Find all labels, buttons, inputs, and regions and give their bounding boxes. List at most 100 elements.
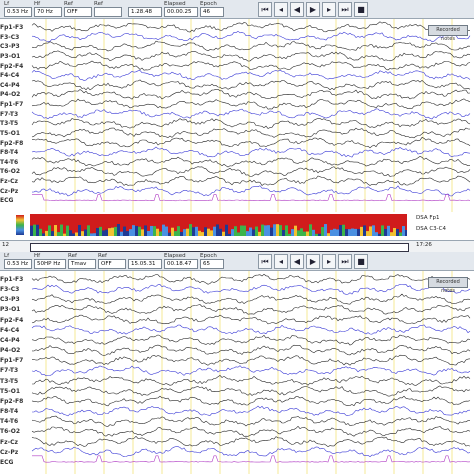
channel-label[interactable]: Fp2-F8 xyxy=(0,140,30,147)
spectral-band xyxy=(318,233,321,236)
spectral-band xyxy=(177,226,180,236)
channel-label[interactable]: F3-C3 xyxy=(0,34,30,41)
channel-label[interactable]: Fp2-F8 xyxy=(0,398,30,405)
stop-icon[interactable]: ■ xyxy=(354,254,368,269)
channel-label[interactable]: Cz-Pz xyxy=(0,188,30,195)
channel-label[interactable]: P3-O1 xyxy=(0,53,30,60)
spectrogram-strip: DSA Fp1 DSA C3-C4 xyxy=(0,212,474,240)
fast-forward-icon[interactable]: ⏭ xyxy=(338,254,352,269)
recorded-notes-button[interactable]: Recorded notes xyxy=(428,277,468,294)
channel-label[interactable]: T5-O1 xyxy=(0,388,30,395)
spectral-band xyxy=(363,225,366,236)
high-filter-select[interactable]: 70 Hz xyxy=(34,7,62,17)
channel-label[interactable]: Fp2-F4 xyxy=(0,63,30,70)
eeg-trace xyxy=(31,118,471,129)
reference-select[interactable]: OFF xyxy=(64,7,92,17)
channel-label[interactable]: T4-T6 xyxy=(0,418,30,425)
play-back-icon[interactable]: ◀ xyxy=(290,254,304,269)
forward-icon[interactable]: ▸ xyxy=(322,254,336,269)
channel-label[interactable]: F7-T3 xyxy=(0,367,30,374)
channel-label[interactable]: T6-O2 xyxy=(0,168,30,175)
spectral-band xyxy=(39,228,42,236)
channel-label[interactable]: T6-O2 xyxy=(0,428,30,435)
eeg-trace xyxy=(31,50,471,62)
spectral-band xyxy=(276,224,279,236)
spectral-band xyxy=(144,225,147,236)
channel-label[interactable]: C3-P3 xyxy=(0,43,30,50)
eeg-trace xyxy=(32,455,471,463)
spectral-band xyxy=(306,231,309,236)
spectral-band xyxy=(117,224,120,236)
montage-select[interactable]: Tmav xyxy=(68,259,96,269)
spectral-band xyxy=(270,227,273,236)
channel-label[interactable]: T5-O1 xyxy=(0,130,30,137)
notch-select[interactable] xyxy=(94,7,122,17)
eeg-trace xyxy=(31,89,471,100)
eeg-trace xyxy=(31,375,471,386)
spectral-band xyxy=(171,227,174,236)
rewind-icon[interactable]: ⏮ xyxy=(258,2,272,17)
channel-label[interactable]: F8-T4 xyxy=(0,408,30,415)
eeg-trace xyxy=(31,435,471,448)
recorded-notes-button[interactable]: Recorded notes xyxy=(428,25,468,42)
play-icon[interactable]: ▶ xyxy=(306,254,320,269)
spectral-band xyxy=(390,232,393,236)
spectral-band xyxy=(312,229,315,236)
channel-label[interactable]: T3-T5 xyxy=(0,120,30,127)
channel-label[interactable]: T3-T5 xyxy=(0,378,30,385)
channel-label[interactable]: Fp1-F3 xyxy=(0,276,30,283)
forward-icon[interactable]: ▸ xyxy=(322,2,336,17)
channel-label[interactable]: Fp2-F4 xyxy=(0,317,30,324)
channel-label[interactable]: P4-O2 xyxy=(0,347,30,354)
channel-label[interactable]: C4-P4 xyxy=(0,337,30,344)
eeg-trace xyxy=(31,314,471,325)
timeline-track[interactable] xyxy=(30,243,409,252)
channel-label[interactable]: F4-C4 xyxy=(0,327,30,334)
channel-label[interactable]: F3-C3 xyxy=(0,286,30,293)
spectral-band xyxy=(264,225,267,236)
spectral-band xyxy=(150,225,153,236)
channel-label[interactable]: C3-P3 xyxy=(0,296,30,303)
channel-label[interactable]: ECG xyxy=(0,197,30,204)
channel-label[interactable]: ECG xyxy=(0,459,30,466)
spectral-band xyxy=(240,225,243,236)
high-filter-select[interactable]: 50HP Hz xyxy=(34,259,66,269)
channel-label[interactable]: Cz-Pz xyxy=(0,449,30,456)
channel-label[interactable]: Fp1-F7 xyxy=(0,101,30,108)
spectral-band xyxy=(327,233,330,236)
back-icon[interactable]: ◂ xyxy=(274,2,288,17)
spectral-band xyxy=(153,226,156,236)
eeg-trace xyxy=(31,127,471,139)
channel-label[interactable]: F7-T3 xyxy=(0,111,30,118)
channel-label[interactable]: Fp1-F3 xyxy=(0,24,30,31)
play-icon[interactable]: ▶ xyxy=(306,2,320,17)
channel-label[interactable]: F4-C4 xyxy=(0,72,30,79)
back-icon[interactable]: ◂ xyxy=(274,254,288,269)
channel-label[interactable]: Fz-Cz xyxy=(0,439,30,446)
eeg-trace-area-top: Fp1-F3 F3-C3 C3-P3 P3-O1 Fp2-F4 F4-C4 C4-P4 P4-… xyxy=(0,19,474,212)
spectral-band xyxy=(288,233,291,236)
play-back-icon[interactable]: ◀ xyxy=(290,2,304,17)
channel-label[interactable]: Fp1-F7 xyxy=(0,357,30,364)
spectral-band xyxy=(294,225,297,236)
channel-label[interactable]: Fz-Cz xyxy=(0,178,30,185)
spectral-band xyxy=(345,229,348,236)
channel-label[interactable]: P4-O2 xyxy=(0,91,30,98)
spectral-band xyxy=(189,224,192,236)
epoch-field[interactable]: 65 xyxy=(200,259,224,269)
reference-select[interactable]: OFF xyxy=(98,259,126,269)
channel-label[interactable]: P3-O1 xyxy=(0,306,30,313)
spectral-band xyxy=(303,231,306,236)
spectral-band xyxy=(237,232,240,236)
epoch-field[interactable]: 46 xyxy=(200,7,224,17)
spectral-band xyxy=(78,224,81,236)
low-filter-select[interactable]: 0.53 Hz xyxy=(4,259,32,269)
spectral-band xyxy=(108,228,111,236)
low-filter-select[interactable]: 0.53 Hz xyxy=(4,7,32,17)
stop-icon[interactable]: ■ xyxy=(354,2,368,17)
channel-label[interactable]: F8-T4 xyxy=(0,149,30,156)
fast-forward-icon[interactable]: ⏭ xyxy=(338,2,352,17)
channel-label[interactable]: T4-T6 xyxy=(0,159,30,166)
rewind-icon[interactable]: ⏮ xyxy=(258,254,272,269)
channel-label[interactable]: C4-P4 xyxy=(0,82,30,89)
